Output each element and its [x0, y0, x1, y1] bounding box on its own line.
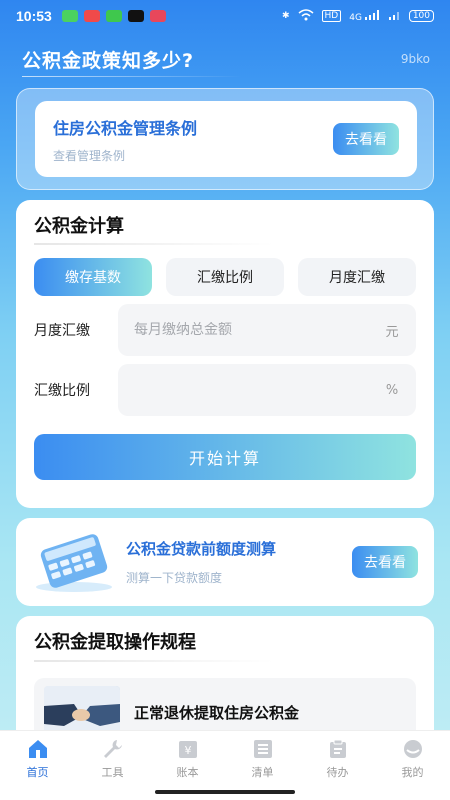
notification-icons — [61, 10, 166, 22]
tabbar-label-list: 清单 — [251, 765, 274, 779]
network-label: 4G — [349, 12, 362, 23]
tabbar-item-list[interactable]: 清单 — [233, 738, 293, 780]
regulation-text: 住房公积金管理条例 查看管理条例 — [53, 115, 333, 164]
tabbar-label-home: 首页 — [26, 765, 49, 779]
signal-icon: 4G — [349, 9, 381, 23]
home-icon — [27, 738, 49, 760]
wrench-icon — [102, 738, 124, 760]
monthly-contribution-row: 月度汇缴 元 — [34, 304, 416, 356]
tabbar-item-todo[interactable]: 待办 — [308, 738, 368, 780]
regulation-view-button[interactable]: 去看看 — [333, 123, 399, 155]
battery-icon: 100 — [408, 10, 434, 22]
calculator-tabs: 缴存基数 汇缴比例 月度汇缴 — [34, 258, 416, 296]
contribution-ratio-row: 汇缴比例 % — [34, 364, 416, 416]
chat-icon — [105, 10, 122, 22]
tab-monthly-contribution[interactable]: 月度汇缴 — [298, 258, 416, 296]
signal-icon-2 — [388, 10, 401, 23]
calculator-title: 公积金计算 — [34, 216, 124, 237]
status-bar: 10:53 ✱ HD 4G 100 — [0, 0, 450, 32]
svg-text:¥: ¥ — [184, 744, 191, 757]
monthly-contribution-input[interactable] — [134, 322, 384, 338]
rule-item-title: 正常退休提取住房公积金 — [134, 703, 300, 722]
loan-estimate-title: 公积金贷款前额度测算 — [126, 540, 277, 558]
loan-estimate-card[interactable]: 公积金贷款前额度测算 测算一下贷款额度 去看看 — [16, 518, 434, 606]
monthly-contribution-field-box: 元 — [118, 304, 416, 356]
header-tag: 9bko — [400, 52, 430, 66]
list-icon — [252, 738, 274, 760]
withdrawal-rules-card: 公积金提取操作规程 正常退休提取住房公积金 — [16, 616, 434, 746]
tabbar-label-profile: 我的 — [401, 765, 424, 779]
start-calculation-button[interactable]: 开始计算 — [34, 434, 416, 480]
unit-yuan: 元 — [385, 324, 399, 340]
regulation-card[interactable]: 住房公积金管理条例 查看管理条例 去看看 — [35, 101, 417, 177]
bluetooth-icon: ✱ — [281, 11, 290, 21]
loan-estimate-text: 公积金贷款前额度测算 测算一下贷款额度 — [126, 538, 352, 586]
bottom-tab-bar: 首页 工具 ¥ 账本 清单 待办 我的 — [0, 730, 450, 786]
profile-icon — [402, 738, 424, 760]
video-app-icon — [127, 10, 144, 22]
loan-estimate-subtitle: 测算一下贷款额度 — [126, 571, 223, 585]
ledger-icon: ¥ — [177, 738, 199, 760]
calculator-illustration-icon — [30, 531, 116, 593]
tab-contribution-ratio[interactable]: 汇缴比例 — [166, 258, 284, 296]
withdrawal-rules-divider — [34, 660, 274, 662]
app-notification-icon — [83, 10, 100, 22]
tabbar-item-profile[interactable]: 我的 — [383, 738, 443, 780]
tabbar-label-tools: 工具 — [101, 765, 124, 779]
tabbar-label-todo: 待办 — [326, 765, 349, 779]
status-right: ✱ HD 4G 100 — [281, 8, 434, 24]
unit-percent: % — [385, 382, 399, 398]
monthly-contribution-label: 月度汇缴 — [34, 323, 90, 339]
todo-icon — [327, 738, 349, 760]
regulation-title: 住房公积金管理条例 — [53, 118, 198, 138]
status-time: 10:53 — [16, 8, 52, 24]
contribution-ratio-field-box: % — [118, 364, 416, 416]
tabbar-item-ledger[interactable]: ¥ 账本 — [158, 738, 218, 780]
home-indicator — [0, 786, 450, 800]
loan-view-button[interactable]: 去看看 — [352, 546, 418, 578]
calculator-card: 公积金计算 缴存基数 汇缴比例 月度汇缴 月度汇缴 元 汇缴比例 % 开始计算 — [16, 200, 434, 508]
tabbar-item-home[interactable]: 首页 — [8, 738, 68, 780]
withdrawal-rules-title: 公积金提取操作规程 — [34, 632, 196, 653]
contribution-ratio-label: 汇缴比例 — [34, 383, 90, 399]
page-header: 公积金政策知多少? 9bko — [22, 44, 430, 74]
mail-icon — [149, 10, 166, 22]
tab-base-amount[interactable]: 缴存基数 — [34, 258, 152, 296]
contribution-ratio-input[interactable] — [134, 382, 384, 398]
page-title: 公积金政策知多少? — [22, 49, 195, 72]
regulation-panel: 住房公积金管理条例 查看管理条例 去看看 — [16, 88, 434, 190]
wifi-icon — [298, 8, 314, 24]
regulation-subtitle: 查看管理条例 — [53, 148, 126, 163]
header-divider — [22, 76, 242, 77]
calculator-title-divider — [34, 243, 274, 245]
tabbar-item-tools[interactable]: 工具 — [83, 738, 143, 780]
home-indicator-bar[interactable] — [155, 790, 295, 794]
tabbar-label-ledger: 账本 — [176, 765, 199, 779]
message-icon — [61, 10, 78, 22]
hd-icon: HD — [321, 10, 342, 22]
